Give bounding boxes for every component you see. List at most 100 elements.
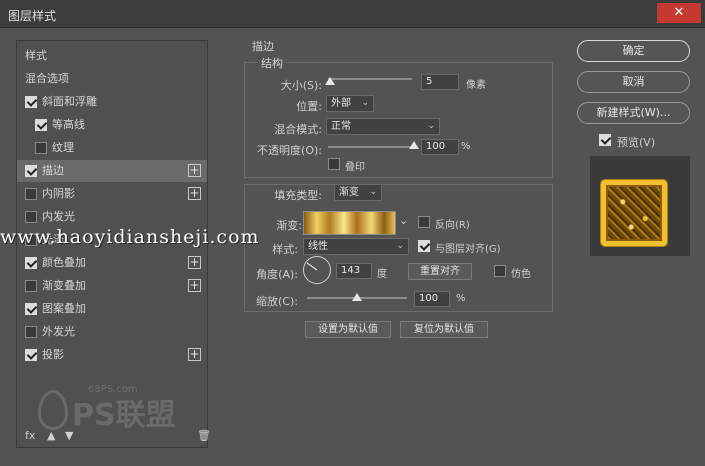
gradient-swatch[interactable] bbox=[303, 211, 396, 235]
logo-mark-icon bbox=[38, 390, 68, 430]
dither-checkbox[interactable] bbox=[494, 265, 506, 277]
size-slider-track[interactable] bbox=[328, 78, 412, 80]
overprint-checkbox[interactable] bbox=[328, 158, 340, 170]
opacity-input[interactable]: 100 bbox=[421, 139, 459, 155]
style-dropdown[interactable]: 线性 ⌄ bbox=[303, 238, 409, 255]
angle-label: 角度(A): bbox=[256, 268, 298, 281]
opacity-slider-track[interactable] bbox=[328, 146, 414, 148]
position-dropdown[interactable]: 外部 ⌄ bbox=[326, 95, 374, 112]
add-icon[interactable]: + bbox=[188, 279, 201, 292]
style-item[interactable]: 颜色叠加 + bbox=[17, 252, 207, 274]
angle-dial[interactable] bbox=[303, 256, 331, 284]
add-icon[interactable]: + bbox=[188, 187, 201, 200]
style-item-label: 斜面和浮雕 bbox=[42, 95, 97, 108]
size-label: 大小(S): bbox=[280, 79, 322, 92]
style-item[interactable]: 图案叠加 bbox=[17, 298, 207, 320]
reverse-label: 反向(R) bbox=[435, 220, 470, 231]
position-label: 位置: bbox=[296, 100, 322, 113]
title-bar: 图层样式 ✕ bbox=[0, 0, 705, 28]
style-item-label: 等高线 bbox=[52, 118, 85, 131]
style-item-checkbox[interactable] bbox=[25, 257, 37, 269]
fx-icon[interactable]: fx bbox=[25, 429, 35, 442]
style-item-label: 纹理 bbox=[52, 141, 74, 154]
style-item-checkbox[interactable] bbox=[25, 165, 37, 177]
preview-label: 预览(V) bbox=[617, 136, 656, 149]
angle-unit: 度 bbox=[377, 269, 387, 280]
style-item-label: 样式 bbox=[25, 49, 47, 62]
size-unit: 像素 bbox=[466, 80, 486, 91]
style-item[interactable]: 外发光 bbox=[17, 321, 207, 343]
style-item-checkbox[interactable] bbox=[25, 211, 37, 223]
style-item[interactable]: 描边 + bbox=[17, 160, 207, 182]
style-item-label: 描边 bbox=[42, 164, 64, 177]
style-item-checkbox[interactable] bbox=[25, 326, 37, 338]
preview-thumbnail bbox=[601, 180, 667, 246]
overprint-label: 叠印 bbox=[345, 162, 365, 173]
size-slider-thumb[interactable] bbox=[324, 77, 335, 85]
opacity-slider-thumb[interactable] bbox=[409, 141, 419, 149]
style-item-label: 内阴影 bbox=[42, 187, 75, 200]
style-item[interactable]: 渐变叠加 + bbox=[17, 275, 207, 297]
new-style-button[interactable]: 新建样式(W)... bbox=[577, 102, 690, 124]
dither-label: 仿色 bbox=[511, 269, 531, 280]
style-item[interactable]: 样式 bbox=[17, 45, 207, 67]
add-icon[interactable]: + bbox=[188, 164, 201, 177]
style-item[interactable]: 内发光 bbox=[17, 206, 207, 228]
chevron-down-icon: ⌄ bbox=[396, 241, 404, 251]
style-item-label: 混合选项 bbox=[25, 72, 69, 85]
style-item[interactable]: 混合选项 bbox=[17, 68, 207, 90]
trash-icon[interactable]: 🗑 bbox=[197, 429, 211, 442]
structure-title: 结构 bbox=[258, 55, 286, 71]
style-item-label: 内发光 bbox=[42, 210, 75, 223]
chevron-down-icon: ⌄ bbox=[361, 98, 369, 108]
style-item[interactable]: 投影 + bbox=[17, 344, 207, 366]
style-preview bbox=[590, 156, 690, 256]
blend-mode-dropdown[interactable]: 正常 ⌄ bbox=[326, 118, 440, 135]
reverse-checkbox[interactable] bbox=[418, 216, 430, 228]
reset-default-button[interactable]: 复位为默认值 bbox=[400, 321, 488, 338]
style-item-label: 图案叠加 bbox=[42, 302, 86, 315]
style-item[interactable]: 内阴影 + bbox=[17, 183, 207, 205]
style-item-checkbox[interactable] bbox=[25, 280, 37, 292]
chevron-down-icon[interactable]: ⌄ bbox=[399, 214, 408, 227]
ok-button[interactable]: 确定 bbox=[577, 40, 690, 62]
style-item-checkbox[interactable] bbox=[25, 96, 37, 108]
scale-input[interactable]: 100 bbox=[414, 291, 450, 307]
style-item-checkbox[interactable] bbox=[25, 349, 37, 361]
angle-input[interactable]: 143 bbox=[336, 263, 372, 279]
arrow-up-icon[interactable]: ▲ bbox=[47, 429, 55, 442]
fill-type-label: 填充类型: bbox=[274, 189, 322, 202]
style-item-label: 渐变叠加 bbox=[42, 279, 86, 292]
style-item[interactable]: 斜面和浮雕 bbox=[17, 91, 207, 113]
scale-unit: % bbox=[456, 293, 466, 304]
stroke-section-title: 描边 bbox=[252, 40, 274, 53]
set-default-button[interactable]: 设置为默认值 bbox=[305, 321, 391, 338]
fill-type-dropdown[interactable]: 渐变 ⌄ bbox=[334, 184, 382, 201]
style-item-checkbox[interactable] bbox=[35, 142, 47, 154]
chevron-down-icon: ⌄ bbox=[369, 187, 377, 197]
opacity-label: 不透明度(O): bbox=[257, 144, 322, 157]
scale-label: 缩放(C): bbox=[256, 295, 298, 308]
blend-mode-label: 混合模式: bbox=[274, 123, 322, 136]
style-item-checkbox[interactable] bbox=[25, 188, 37, 200]
cancel-button[interactable]: 取消 bbox=[577, 71, 690, 93]
style-item-label: 投影 bbox=[42, 348, 64, 361]
style-item-label: 外发光 bbox=[42, 325, 75, 338]
preview-checkbox[interactable] bbox=[599, 134, 611, 146]
scale-slider-thumb[interactable] bbox=[352, 293, 362, 301]
watermark-url: www.haoyidiansheji.com bbox=[0, 226, 260, 248]
align-with-layer-checkbox[interactable] bbox=[418, 240, 430, 252]
angle-dial-needle bbox=[306, 262, 318, 271]
add-icon[interactable]: + bbox=[188, 256, 201, 269]
style-item[interactable]: 纹理 bbox=[17, 137, 207, 159]
window-title: 图层样式 bbox=[8, 9, 57, 23]
close-button[interactable]: ✕ bbox=[657, 3, 701, 23]
style-item-checkbox[interactable] bbox=[25, 303, 37, 315]
logo-brand-text: PS联盟 bbox=[72, 398, 176, 433]
style-item-checkbox[interactable] bbox=[35, 119, 47, 131]
reset-alignment-button[interactable]: 重置对齐 bbox=[408, 263, 472, 280]
opacity-unit: % bbox=[461, 141, 471, 152]
size-input[interactable]: 5 bbox=[421, 74, 459, 90]
add-icon[interactable]: + bbox=[188, 348, 201, 361]
style-item[interactable]: 等高线 bbox=[17, 114, 207, 136]
